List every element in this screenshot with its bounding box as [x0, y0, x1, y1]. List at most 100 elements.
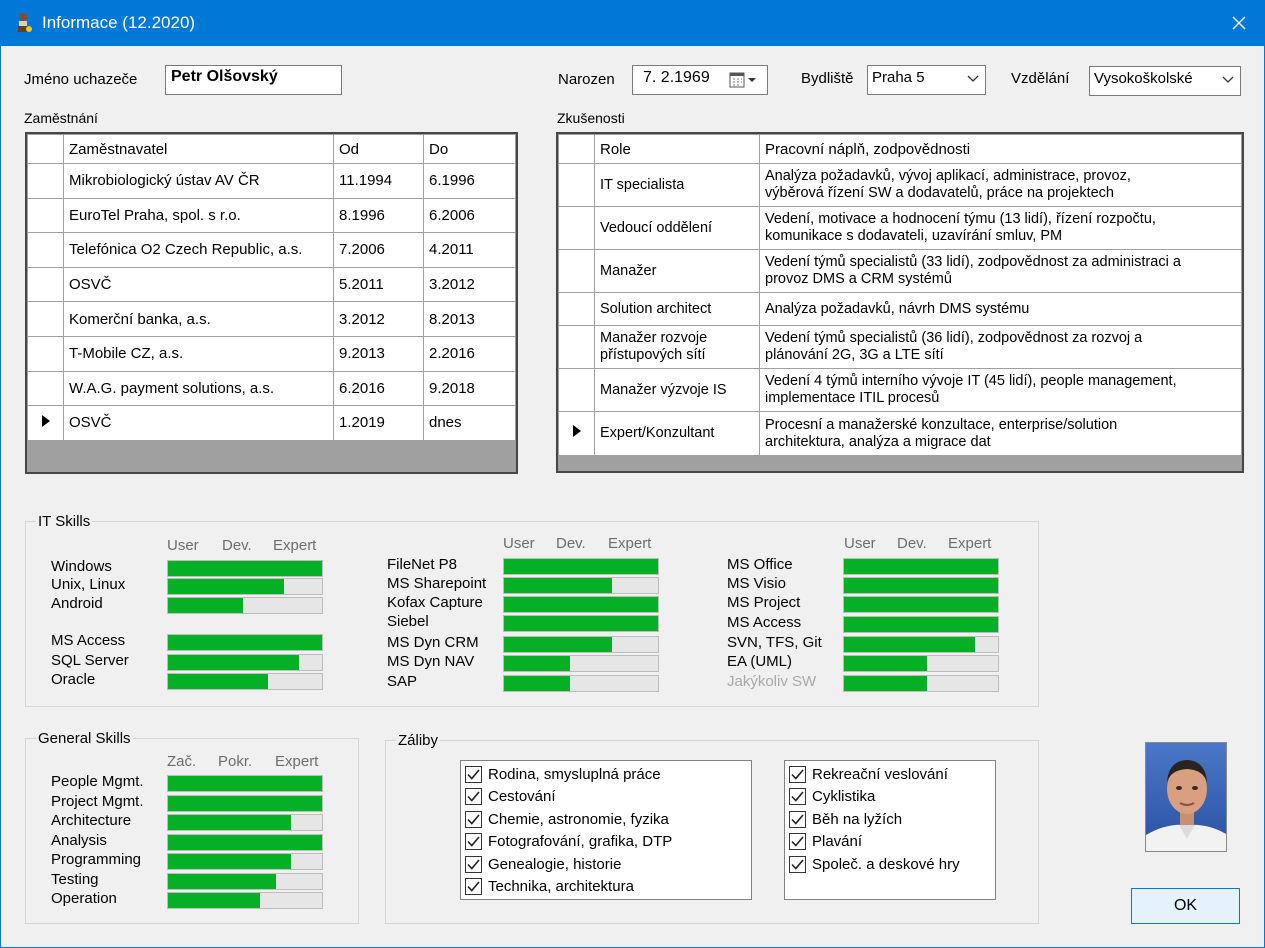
cell-from[interactable]: 3.2012	[333, 301, 424, 337]
cell-to[interactable]: dnes	[423, 405, 516, 441]
row-header[interactable]	[558, 249, 595, 293]
cell-duties[interactable]: Vedení 4 týmů interního vývoje IT (45 li…	[759, 368, 1242, 412]
table-row[interactable]: Mikrobiologický ústav AV ČR 11.1994 6.1996	[27, 163, 516, 199]
checkbox[interactable]	[465, 833, 482, 850]
checkbox[interactable]	[789, 765, 806, 783]
hobbies-list-1[interactable]: Rodina, smysluplná práce Cestování Chemie,…	[460, 760, 752, 900]
cell-to[interactable]: 4.2011	[423, 232, 516, 268]
cell-employer[interactable]: OSVČ	[63, 266, 334, 303]
cell-from[interactable]: 1.2019	[333, 405, 424, 441]
checkbox[interactable]	[789, 833, 806, 850]
cell-duties[interactable]: Vedení, motivace a hodnocení týmu (13 li…	[759, 206, 1242, 250]
cell-duties[interactable]: Analýza požadavků, návrh DMS systému	[759, 292, 1242, 326]
experience-grid[interactable]: Role Pracovní náplň, zodpovědnosti IT sp…	[556, 132, 1244, 473]
cell-employer[interactable]: Telefónica O2 Czech Republic, a.s.	[63, 232, 334, 268]
cell-duties[interactable]: Vedení týmů specialistů (33 lidí), zodpo…	[759, 249, 1242, 293]
calendar-dropdown-icon[interactable]	[729, 71, 761, 89]
row-header[interactable]	[27, 266, 64, 303]
close-button[interactable]	[1213, 0, 1265, 46]
hobby-checkbox[interactable]: Fotografování, grafika, DTP	[465, 831, 672, 853]
cell-to[interactable]: 8.2013	[423, 301, 516, 337]
row-header[interactable]	[558, 368, 595, 412]
table-row[interactable]: Komerční banka, a.s. 3.2012 8.2013	[27, 301, 516, 337]
hobby-checkbox[interactable]: Společ. a deskové hry	[789, 853, 960, 875]
cell-to[interactable]: 6.2006	[423, 197, 516, 234]
cell-employer[interactable]: Mikrobiologický ústav AV ČR	[63, 163, 334, 199]
row-header[interactable]	[558, 163, 595, 207]
column-header-duties[interactable]: Pracovní náplň, zodpovědnosti	[759, 134, 1242, 164]
cell-employer[interactable]: OSVČ	[63, 405, 334, 441]
row-header[interactable]	[27, 163, 64, 199]
table-row[interactable]: Manažer rozvoje přístupových sítí Vedení t…	[558, 325, 1242, 369]
row-header[interactable]	[558, 206, 595, 250]
hobby-checkbox[interactable]: Rekreační veslování	[789, 763, 948, 785]
cell-employer[interactable]: Komerční banka, a.s.	[63, 301, 334, 337]
cell-duties[interactable]: Vedení týmů specialistů (36 lidí), zodpo…	[759, 325, 1242, 369]
row-header[interactable]	[558, 325, 595, 369]
row-header[interactable]	[27, 197, 64, 234]
cell-duties[interactable]: Procesní a manažerské konzultace, enterp…	[759, 411, 1242, 456]
checkbox[interactable]	[789, 788, 806, 805]
table-row[interactable]: IT specialista Analýza požadavků, vývoj a…	[558, 163, 1242, 207]
hobby-checkbox[interactable]: Chemie, astronomie, fyzika	[465, 808, 669, 830]
column-header-role[interactable]: Role	[594, 134, 760, 164]
cell-employer[interactable]: W.A.G. payment solutions, a.s.	[63, 370, 334, 407]
hobby-checkbox[interactable]: Genealogie, historie	[465, 853, 621, 875]
cell-role[interactable]: Manažer rozvoje přístupových sítí	[594, 325, 760, 369]
table-row[interactable]: Solution architect Analýza požadavků, náv…	[558, 292, 1242, 326]
cell-role[interactable]: Solution architect	[594, 292, 760, 326]
hobby-checkbox[interactable]: Plavání	[789, 831, 862, 853]
table-row[interactable]: OSVČ 1.2019 dnes	[27, 405, 516, 441]
cell-to[interactable]: 3.2012	[423, 266, 516, 303]
cell-employer[interactable]: EuroTel Praha, spol. s r.o.	[63, 197, 334, 234]
table-row[interactable]: W.A.G. payment solutions, a.s. 6.2016 9.20…	[27, 370, 516, 407]
table-row[interactable]: Manažer výzvoje IS Vedení 4 týmů interníh…	[558, 368, 1242, 412]
cell-employer[interactable]: T-Mobile CZ, a.s.	[63, 335, 334, 372]
cell-from[interactable]: 6.2016	[333, 370, 424, 407]
checkbox[interactable]	[465, 765, 482, 783]
education-select[interactable]: Vysokoškolské	[1089, 66, 1241, 96]
checkbox[interactable]	[789, 810, 806, 828]
table-row[interactable]: Manažer Vedení týmů specialistů (33 lidí)…	[558, 249, 1242, 293]
checkbox[interactable]	[789, 855, 806, 873]
table-row[interactable]: EuroTel Praha, spol. s r.o. 8.1996 6.2006	[27, 197, 516, 234]
row-header[interactable]	[27, 405, 64, 441]
cell-role[interactable]: Vedoucí oddělení	[594, 206, 760, 250]
row-header[interactable]	[27, 232, 64, 268]
table-row[interactable]: Vedoucí oddělení Vedení, motivace a hodno…	[558, 206, 1242, 250]
table-row[interactable]: OSVČ 5.2011 3.2012	[27, 266, 516, 303]
row-header[interactable]	[27, 370, 64, 407]
hobby-checkbox[interactable]: Běh na lyžích	[789, 808, 902, 830]
cell-role[interactable]: Expert/Konzultant	[594, 411, 760, 456]
cell-from[interactable]: 9.2013	[333, 335, 424, 372]
table-row[interactable]: Expert/Konzultant Procesní a manažerské k…	[558, 411, 1242, 456]
cell-to[interactable]: 9.2018	[423, 370, 516, 407]
table-row[interactable]: T-Mobile CZ, a.s. 9.2013 2.2016	[27, 335, 516, 372]
employment-grid[interactable]: Zaměstnavatel Od Do Mikrobiologický ústa…	[25, 132, 518, 474]
cell-duties[interactable]: Analýza požadavků, vývoj aplikací, admin…	[759, 163, 1242, 207]
column-header-to[interactable]: Do	[423, 134, 516, 164]
cell-to[interactable]: 6.1996	[423, 163, 516, 199]
hobby-checkbox[interactable]: Cyklistika	[789, 786, 875, 808]
residence-select[interactable]: Praha 5	[867, 65, 986, 95]
checkbox[interactable]	[465, 810, 482, 828]
cell-role[interactable]: Manažer výzvoje IS	[594, 368, 760, 412]
cell-from[interactable]: 8.1996	[333, 197, 424, 234]
checkbox[interactable]	[465, 878, 482, 895]
hobby-checkbox[interactable]: Rodina, smysluplná práce	[465, 763, 661, 785]
row-header[interactable]	[27, 335, 64, 372]
table-row[interactable]: Telefónica O2 Czech Republic, a.s. 7.2006…	[27, 232, 516, 268]
cell-from[interactable]: 7.2006	[333, 232, 424, 268]
row-header[interactable]	[27, 301, 64, 337]
checkbox[interactable]	[465, 855, 482, 873]
row-header[interactable]	[558, 292, 595, 326]
column-header-from[interactable]: Od	[333, 134, 424, 164]
cell-from[interactable]: 5.2011	[333, 266, 424, 303]
name-input[interactable]: Petr Olšovský	[165, 65, 342, 95]
hobbies-list-2[interactable]: Rekreační veslování Cyklistika Běh na lyží…	[784, 760, 996, 900]
cell-to[interactable]: 2.2016	[423, 335, 516, 372]
ok-button[interactable]: OK	[1131, 888, 1240, 924]
cell-from[interactable]: 11.1994	[333, 163, 424, 199]
born-date-picker[interactable]: 7. 2.1969	[632, 65, 768, 95]
column-header-employer[interactable]: Zaměstnavatel	[63, 134, 334, 164]
